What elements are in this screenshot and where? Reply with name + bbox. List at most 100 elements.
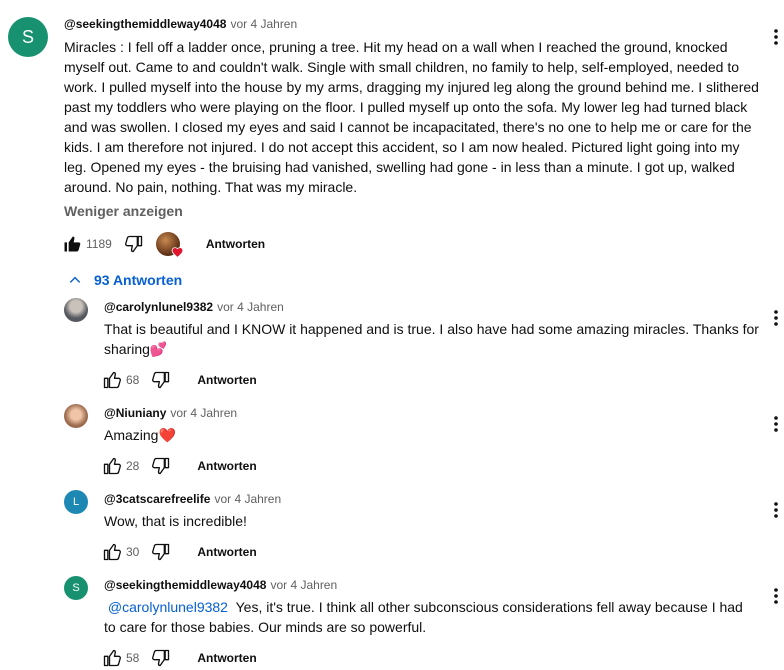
thumb-down-icon — [124, 235, 142, 253]
like-count: 68 — [126, 373, 140, 387]
comment-text-line: @carolynlunel9382 Yes, it's true. I thin… — [104, 597, 764, 617]
like-button[interactable] — [100, 540, 124, 564]
more-vert-icon — [774, 29, 778, 45]
more-vert-icon — [774, 588, 778, 604]
avatar[interactable]: S — [8, 17, 48, 57]
comment-time[interactable]: vor 4 Jahren — [270, 578, 337, 592]
comment-author[interactable]: @3catscarefreelife — [104, 492, 210, 506]
comment-time[interactable]: vor 4 Jahren — [217, 300, 284, 314]
comment-menu-button[interactable] — [770, 584, 782, 608]
comment-header: @seekingthemiddleway4048 vor 4 Jahren — [104, 578, 337, 592]
more-vert-icon — [774, 416, 778, 432]
thumb-down-icon — [152, 371, 170, 389]
main-comment: S @seekingthemiddleway4048 vor 4 Jahren M… — [0, 0, 784, 270]
show-less-link[interactable]: Weniger anzeigen — [64, 203, 183, 219]
comment-text: That is beautiful and I KNOW it happened… — [104, 319, 764, 359]
comment-actions: 28 Antworten — [100, 454, 257, 478]
creator-heart — [155, 232, 184, 258]
comment-text-line: past my toddlers who were playing on the… — [64, 99, 748, 115]
comment-menu-button[interactable] — [770, 498, 782, 522]
comment-actions: 1189 Antworten — [60, 232, 265, 258]
thumb-up-icon — [103, 543, 122, 561]
reply-comment: S @seekingthemiddleway4048 vor 4 Jahren @… — [0, 574, 784, 667]
comment-text: Miracles : I fell off a ladder once, pru… — [64, 37, 764, 197]
comment-text-segment: Yes, it's true. I think all other subcon… — [235, 599, 743, 615]
comment-header: @carolynlunel9382 vor 4 Jahren — [104, 300, 284, 314]
comment-text-line: Amazing❤️ — [104, 427, 176, 443]
like-count: 1189 — [86, 237, 112, 251]
avatar[interactable]: L — [64, 490, 88, 514]
comment-header: @3catscarefreelife vor 4 Jahren — [104, 492, 281, 506]
more-vert-icon — [774, 310, 778, 326]
reply-comment: @carolynlunel9382 vor 4 Jahren That is be… — [0, 296, 784, 396]
avatar[interactable] — [64, 298, 88, 322]
comment-text: Wow, that is incredible! — [104, 511, 764, 531]
comment-text-line: to care for those babies. Our minds are … — [104, 619, 427, 635]
comment-text-line: leg. Opened my eyes - the bruising had v… — [64, 159, 735, 175]
comment-time[interactable]: vor 4 Jahren — [230, 17, 297, 31]
comment-author[interactable]: @carolynlunel9382 — [104, 300, 213, 314]
comment-menu-button[interactable] — [770, 412, 782, 436]
thumb-down-icon — [152, 457, 170, 475]
avatar[interactable] — [64, 404, 88, 428]
comment-author[interactable]: @seekingthemiddleway4048 — [64, 17, 226, 31]
comment-actions: 68 Antworten — [100, 368, 257, 392]
avatar-letter: S — [21, 26, 34, 47]
comment-time[interactable]: vor 4 Jahren — [170, 406, 237, 420]
thumb-up-icon — [103, 649, 122, 667]
comment-actions: 30 Antworten — [100, 540, 257, 564]
thumb-down-icon — [152, 649, 170, 667]
like-button[interactable] — [60, 232, 84, 256]
dislike-button[interactable] — [122, 232, 146, 256]
reply-comment: L @3catscarefreelife vor 4 Jahren Wow, th… — [0, 488, 784, 568]
comment-text-line: around. No pain, nothing. That was my mi… — [64, 179, 358, 195]
comment-text-line: and was swollen. I closed my eyes and sa… — [64, 119, 752, 135]
more-vert-icon — [774, 502, 778, 518]
dislike-button[interactable] — [149, 646, 173, 670]
dislike-button[interactable] — [149, 540, 173, 564]
thumb-up-icon — [103, 371, 122, 389]
like-button[interactable] — [100, 646, 124, 670]
reply-button[interactable]: Antworten — [197, 545, 256, 559]
comment-author[interactable]: @seekingthemiddleway4048 — [104, 578, 266, 592]
reply-button[interactable]: Antworten — [206, 237, 265, 251]
comment-text: @carolynlunel9382 Yes, it's true. I thin… — [104, 597, 764, 637]
comment-author[interactable]: @Niuniany — [104, 406, 166, 420]
comment-text-line: Wow, that is incredible! — [104, 513, 247, 529]
comment-header: @Niuniany vor 4 Jahren — [104, 406, 237, 420]
replies-toggle-label: 93 Antworten — [94, 272, 183, 288]
comment-time[interactable]: vor 4 Jahren — [214, 492, 281, 506]
comment-text-line: kids. I am therefore not injured. I do n… — [64, 139, 740, 155]
avatar[interactable]: S — [64, 576, 88, 600]
reply-button[interactable]: Antworten — [197, 651, 256, 665]
comment-text: Amazing❤️ — [104, 425, 764, 445]
comment-text-line: Miracles : I fell off a ladder once, pru… — [64, 39, 728, 55]
thumb-up-icon — [103, 457, 122, 475]
comment-menu-button[interactable] — [770, 25, 782, 49]
like-count: 30 — [126, 545, 140, 559]
comment-header: @seekingthemiddleway4048 vor 4 Jahren — [64, 17, 297, 31]
replies-toggle[interactable]: 93 Antworten — [68, 270, 182, 290]
comment-actions: 58 Antworten — [100, 646, 257, 670]
avatar-letter: L — [72, 496, 80, 508]
comment-text-line: That is beautiful and I KNOW it happened… — [104, 321, 759, 337]
dislike-button[interactable] — [149, 368, 173, 392]
mention-link[interactable]: @carolynlunel9382 — [108, 599, 228, 615]
reply-button[interactable]: Antworten — [197, 459, 256, 473]
reply-comment: @Niuniany vor 4 Jahren Amazing❤️ 28 Antwo… — [0, 402, 784, 482]
chevron-up-icon — [69, 276, 81, 283]
comment-text-line: sharing💕 — [104, 341, 168, 357]
heart-icon — [171, 247, 184, 258]
dislike-button[interactable] — [149, 454, 173, 478]
like-count: 58 — [126, 651, 140, 665]
like-button[interactable] — [100, 454, 124, 478]
like-button[interactable] — [100, 368, 124, 392]
comment-text-line: work. I pulled myself into the house by … — [64, 79, 759, 95]
avatar-letter: S — [72, 582, 80, 594]
comment-text-line: myself out. Came to and couldn't walk. S… — [64, 59, 740, 75]
reply-button[interactable]: Antworten — [197, 373, 256, 387]
comment-menu-button[interactable] — [770, 306, 782, 330]
like-count: 28 — [126, 459, 140, 473]
thumb-down-icon — [152, 543, 170, 561]
thumb-up-filled-icon — [64, 236, 81, 252]
